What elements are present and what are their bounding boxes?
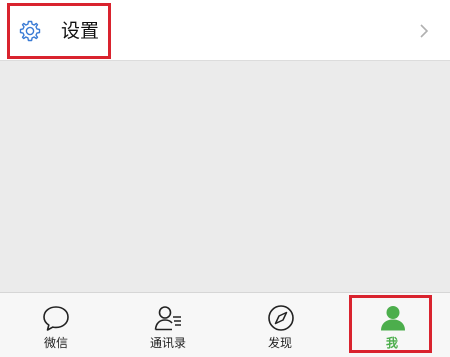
tab-chats[interactable]: 微信 (0, 293, 112, 357)
chevron-right-icon (420, 24, 429, 38)
chat-bubble-icon (43, 306, 69, 331)
tab-discover[interactable]: 发现 (224, 293, 336, 357)
tab-discover-label: 发现 (267, 336, 292, 350)
me-tab-highlight-box (349, 295, 432, 353)
tab-chats-label: 微信 (43, 336, 68, 350)
tab-contacts[interactable]: 通讯录 (112, 293, 224, 357)
settings-highlight-box (7, 3, 111, 59)
contacts-icon (154, 306, 181, 331)
tab-contacts-label: 通讯录 (149, 336, 186, 350)
compass-icon (268, 305, 294, 331)
